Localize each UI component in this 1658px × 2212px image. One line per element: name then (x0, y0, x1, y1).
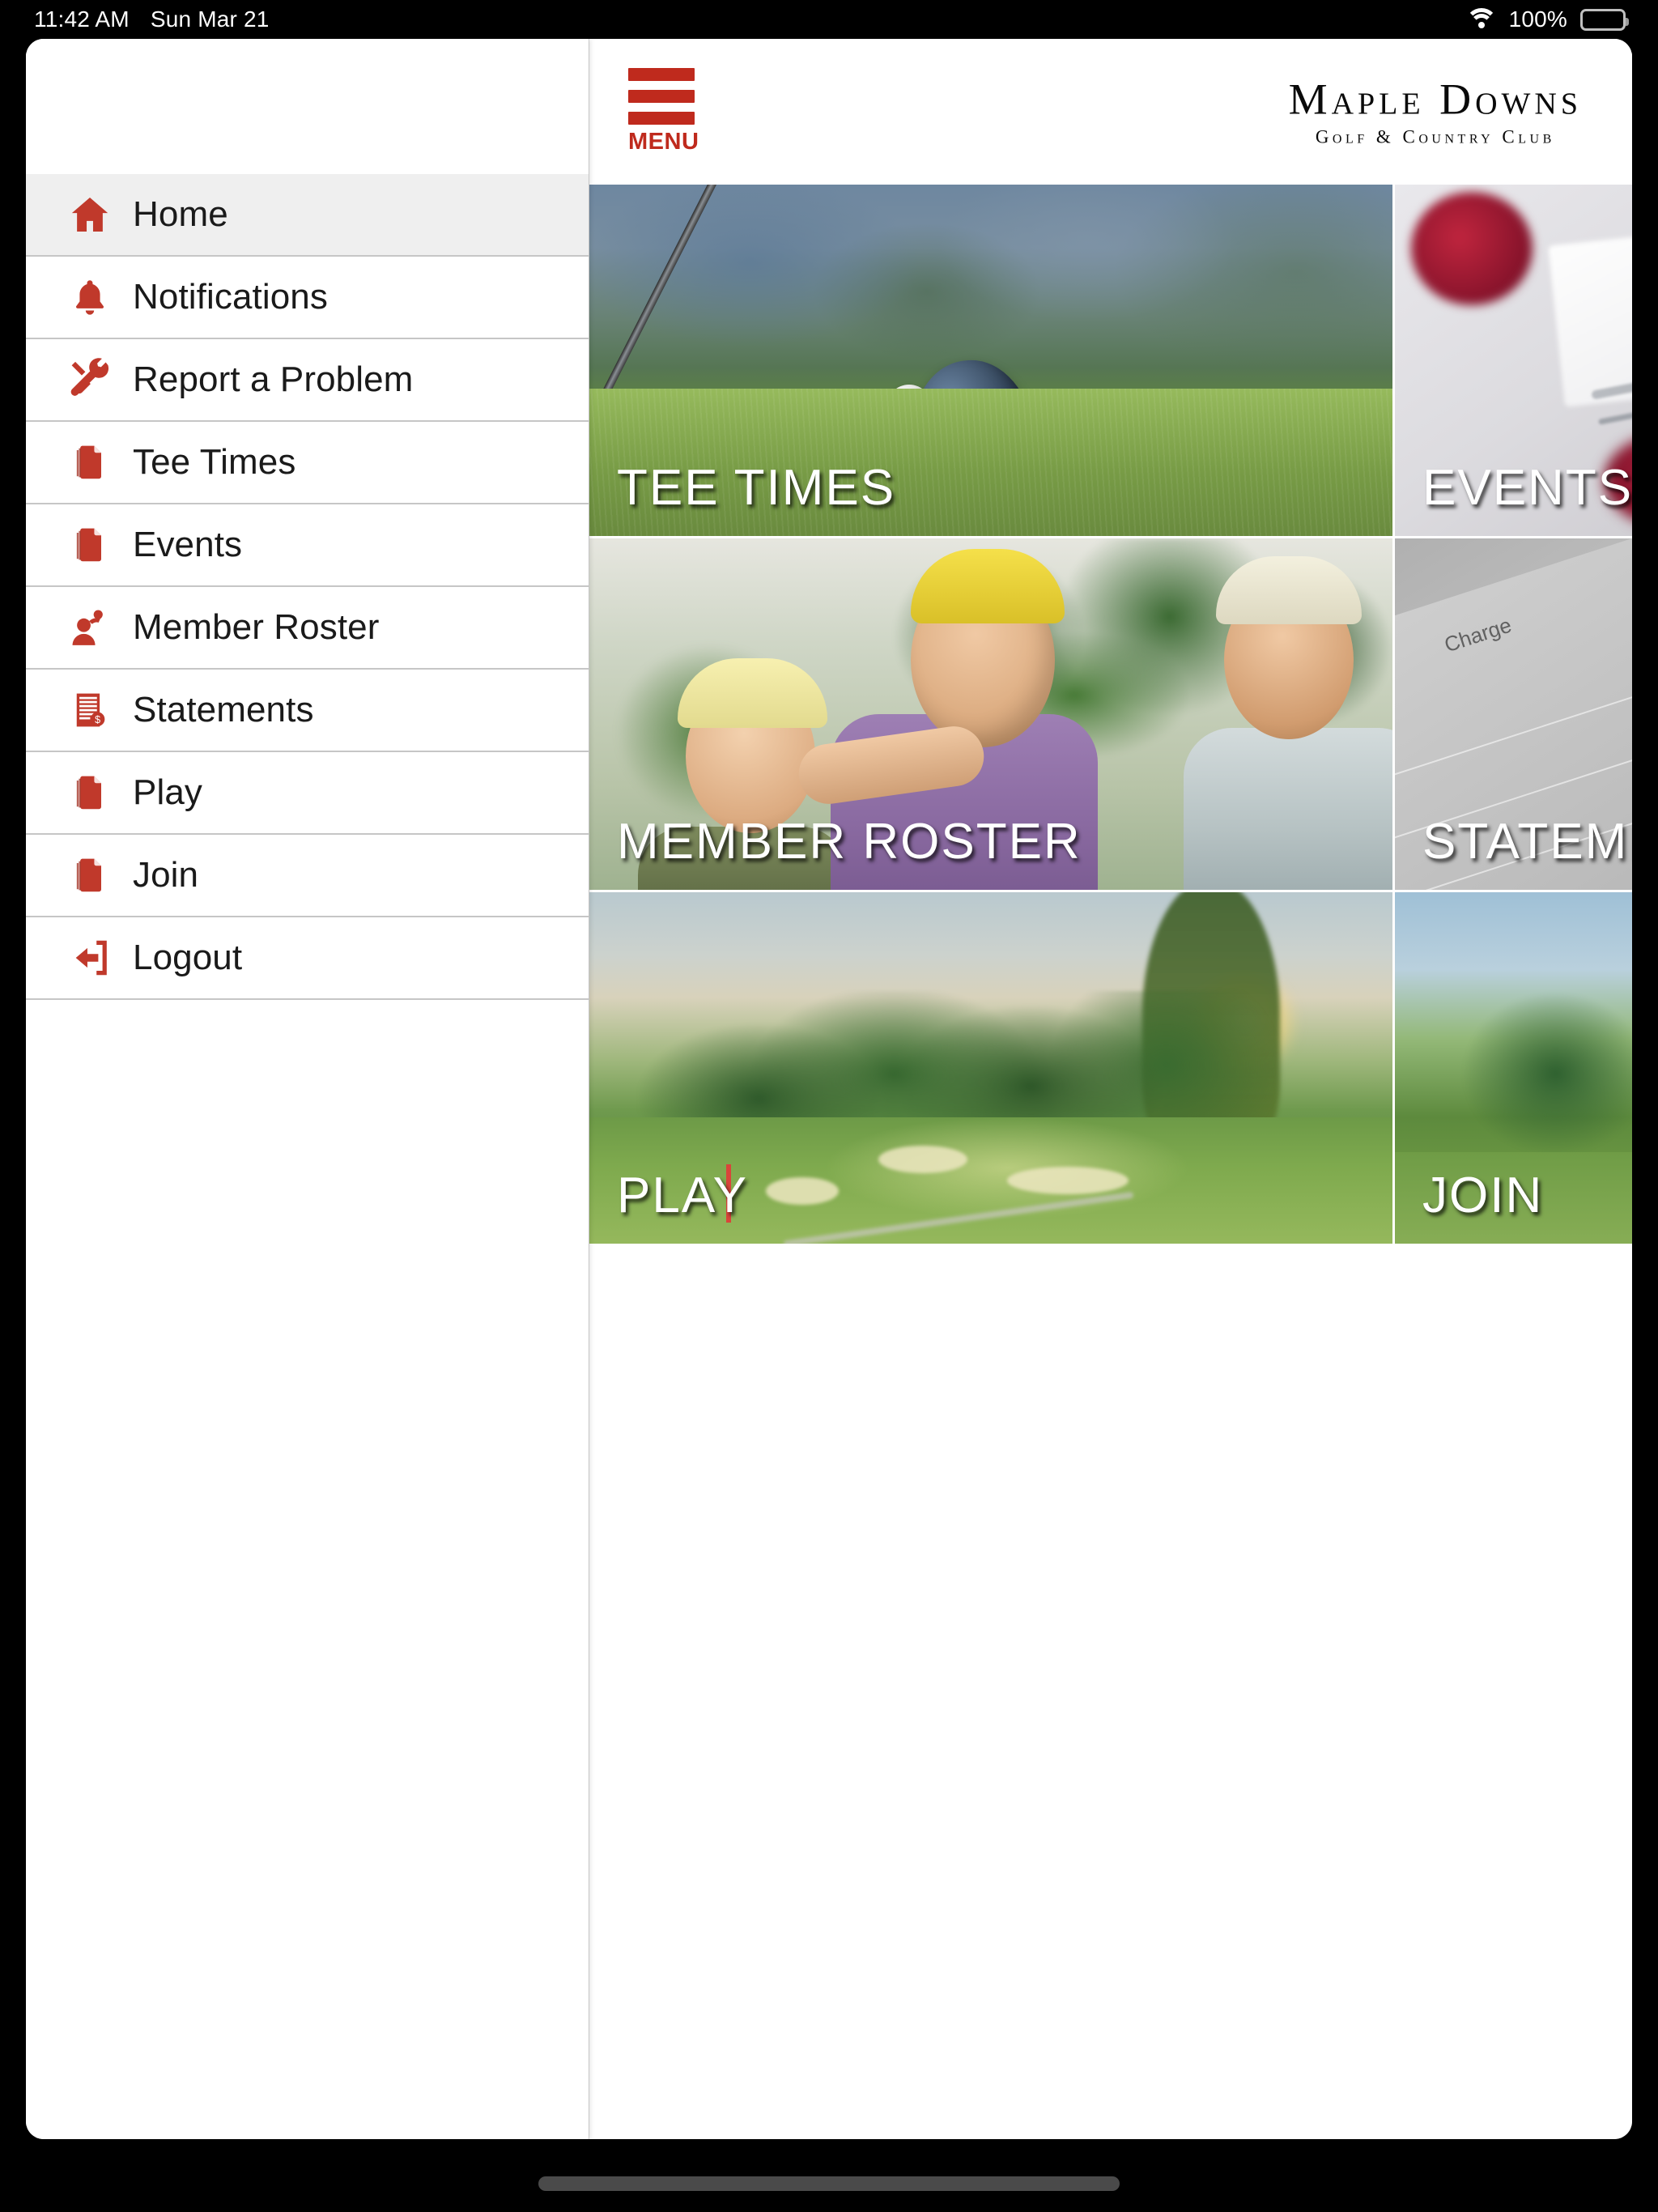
brand-logo: Maple Downs Golf & Country Club (1289, 78, 1582, 147)
brand-tagline: Golf & Country Club (1315, 126, 1555, 147)
sidebar-item-label: Events (133, 525, 243, 564)
menu-button-label: MENU (628, 129, 699, 155)
tile-events[interactable]: EVENTS (1395, 185, 1632, 536)
tile-label: EVENTS (1422, 460, 1632, 516)
sidebar-item-label: Member Roster (133, 607, 380, 647)
tile-join[interactable]: JOIN (1395, 892, 1632, 1244)
sidebar-item-logout[interactable]: Logout (26, 917, 589, 1000)
status-date: Sun Mar 21 (150, 6, 270, 32)
tile-play[interactable]: PLAY (589, 892, 1392, 1244)
tile-label: STATEMENTS (1422, 814, 1632, 870)
document-icon (65, 768, 115, 818)
home-indicator[interactable] (538, 2176, 1120, 2191)
tablet-device: 11:42 AM Sun Mar 21 100% Home Notificati… (0, 0, 1658, 2212)
app-window: Home Notifications Report a Problem Tee … (26, 39, 1632, 2139)
status-time: 11:42 AM (34, 6, 130, 32)
sidebar-item-home[interactable]: Home (26, 174, 589, 257)
sidebar-item-events[interactable]: Events (26, 504, 589, 587)
tile-label: TEE TIMES (617, 460, 896, 516)
sidebar-item-label: Play (133, 772, 202, 812)
brand-name: Maple Downs (1288, 74, 1582, 124)
tile-label: JOIN (1422, 1168, 1544, 1223)
battery-icon (1580, 8, 1629, 31)
wifi-icon (1465, 8, 1498, 31)
status-bar-right: 100% (1465, 6, 1629, 32)
sidebar: Home Notifications Report a Problem Tee … (26, 39, 589, 2139)
status-bar: 11:42 AM Sun Mar 21 100% (0, 0, 1658, 39)
sidebar-item-label: Statements (133, 690, 314, 730)
app-header: MENU Maple Downs Golf & Country Club (589, 39, 1632, 185)
tile-label: MEMBER ROSTER (617, 814, 1082, 870)
battery-percent-label: 100% (1508, 6, 1567, 32)
sidebar-item-statements[interactable]: $ Statements (26, 670, 589, 752)
svg-text:$: $ (95, 714, 100, 725)
sidebar-item-member-roster[interactable]: Member Roster (26, 587, 589, 670)
hamburger-icon[interactable]: MENU (628, 68, 701, 155)
tools-icon (65, 355, 115, 405)
sidebar-item-report-a-problem[interactable]: Report a Problem (26, 339, 589, 422)
sidebar-header-spacer (26, 39, 589, 174)
home-icon (65, 189, 115, 240)
sidebar-item-notifications[interactable]: Notifications (26, 257, 589, 339)
sidebar-item-label: Home (133, 194, 228, 234)
logout-icon (65, 933, 115, 983)
invoice-icon: $ (65, 685, 115, 735)
sidebar-item-join[interactable]: Join (26, 835, 589, 917)
hamburger-bar (628, 112, 695, 125)
hamburger-bar (628, 68, 695, 81)
bell-icon (65, 272, 115, 322)
tile-member-roster[interactable]: MEMBER ROSTER (589, 538, 1392, 890)
status-bar-left: 11:42 AM Sun Mar 21 (34, 6, 270, 32)
sidebar-item-play[interactable]: Play (26, 752, 589, 835)
sidebar-item-label: Tee Times (133, 442, 296, 482)
sidebar-item-tee-times[interactable]: Tee Times (26, 422, 589, 504)
document-icon (65, 520, 115, 570)
main-content: MENU Maple Downs Golf & Country Club TEE… (589, 39, 1632, 2139)
sidebar-menu-list: Home Notifications Report a Problem Tee … (26, 174, 589, 1000)
sidebar-item-label: Report a Problem (133, 359, 414, 399)
document-icon (65, 437, 115, 487)
tile-grid: TEE TIMES EVENTS MEMBER ROSTER Charge ST… (589, 185, 1632, 1244)
hamburger-bar (628, 90, 695, 103)
sidebar-item-label: Notifications (133, 277, 328, 317)
sidebar-empty-area (26, 1000, 589, 2139)
sidebar-item-label: Join (133, 855, 199, 895)
people-icon (65, 602, 115, 653)
document-icon (65, 850, 115, 900)
tile-tee-times[interactable]: TEE TIMES (589, 185, 1392, 536)
tile-label: PLAY (617, 1168, 748, 1223)
tile-statements[interactable]: Charge Amount Paid $0.00 Amount Paid STA… (1395, 538, 1632, 890)
sidebar-item-label: Logout (133, 938, 243, 977)
